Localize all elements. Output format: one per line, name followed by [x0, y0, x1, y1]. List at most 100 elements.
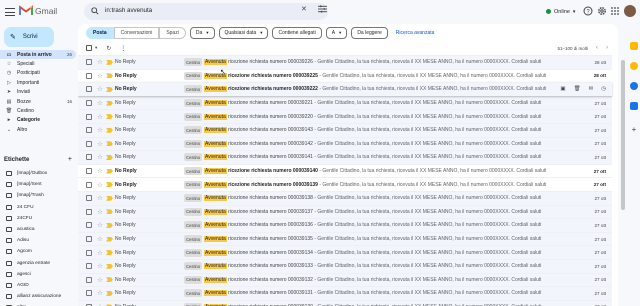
important-marker-icon[interactable] — [106, 263, 113, 269]
sidebar-item-bozze[interactable]: ▤ Bozze 16 — [0, 97, 76, 106]
table-row[interactable]: ☆No ReplyCestinoAvvenuta ricezione richi… — [78, 55, 612, 69]
important-marker-icon[interactable] — [106, 236, 113, 242]
star-icon[interactable]: ☆ — [97, 153, 103, 161]
calendar-icon[interactable] — [630, 42, 638, 50]
table-row[interactable]: ☆No ReplyCestinoAvvenuta ricezione richi… — [78, 95, 612, 110]
label-item[interactable]: Adisu — [0, 235, 76, 246]
table-row[interactable]: ☆No ReplyCestinoAvvenuta ricezione richi… — [78, 231, 612, 246]
table-row[interactable]: ☆No ReplyCestinoAvvenuta ricezione richi… — [78, 163, 612, 178]
important-marker-icon[interactable] — [106, 222, 113, 228]
row-checkbox[interactable] — [86, 154, 92, 161]
star-icon[interactable]: ☆ — [97, 140, 103, 148]
star-icon[interactable]: ☆ — [97, 221, 103, 229]
row-checkbox[interactable] — [86, 208, 92, 215]
row-checkbox[interactable] — [86, 181, 92, 188]
important-marker-icon[interactable] — [106, 250, 113, 256]
sidebar-item-posticipati[interactable]: ◷ Posticipati — [0, 69, 76, 78]
important-marker-icon[interactable] — [106, 59, 113, 65]
select-dropdown-icon[interactable]: ▾ — [95, 45, 97, 51]
label-item[interactable]: agenzia entrate — [0, 258, 76, 269]
sidebar-item-cestino[interactable]: 🗑 Cestino — [0, 106, 76, 115]
label-item[interactable]: [Imap]/Outbox — [0, 168, 76, 179]
important-marker-icon[interactable] — [106, 141, 113, 147]
row-checkbox[interactable] — [86, 100, 92, 107]
row-checkbox[interactable] — [86, 59, 92, 66]
star-icon[interactable]: ☆ — [97, 249, 103, 257]
compose-button[interactable]: ✎ Scrivi — [4, 27, 54, 47]
search-input[interactable]: in:trash avvenuta — [105, 7, 152, 14]
table-row[interactable]: ☆No ReplyCestinoAvvenuta ricezione richi… — [78, 299, 612, 306]
apps-grid-icon[interactable] — [610, 6, 620, 16]
label-item[interactable]: allianz assicurazione — [0, 291, 76, 302]
label-item[interactable]: altro — [0, 302, 76, 306]
tab-spazi[interactable]: Spazi — [159, 27, 186, 39]
row-checkbox[interactable] — [86, 113, 92, 120]
filter-chip[interactable]: Da ▾ — [189, 27, 215, 39]
label-item[interactable]: acustica — [0, 224, 76, 235]
table-row[interactable]: ☆No ReplyCestinoAvvenuta ricezione richi… — [78, 177, 612, 191]
important-marker-icon[interactable] — [106, 86, 113, 92]
important-marker-icon[interactable] — [106, 182, 113, 188]
important-marker-icon[interactable] — [106, 73, 113, 79]
filter-chip[interactable]: Qualsiasi data ▾ — [218, 27, 269, 39]
refresh-icon[interactable]: ↻ — [106, 45, 111, 52]
tab-conversazioni[interactable]: Conversazioni — [113, 27, 160, 39]
important-marker-icon[interactable] — [106, 114, 113, 120]
account-avatar[interactable] — [624, 5, 636, 17]
filter-chip[interactable]: A ▾ — [325, 27, 348, 39]
table-row[interactable]: ☆No ReplyCestinoAvvenuta ricezione richi… — [78, 258, 612, 273]
star-icon[interactable]: ☆ — [97, 126, 103, 134]
snooze-icon[interactable]: ◷ — [601, 86, 606, 92]
delete-icon[interactable]: 🗑 — [574, 86, 581, 92]
advanced-search-link[interactable]: Ricerca avanzata — [396, 30, 435, 36]
clear-search-icon[interactable]: ✕ — [301, 5, 307, 13]
table-row[interactable]: ☆No ReplyCestinoAvvenuta ricezione richi… — [78, 286, 612, 300]
table-row[interactable]: ☆No ReplyCestinoAvvenuta ricezione richi… — [78, 218, 612, 232]
settings-gear-icon[interactable] — [597, 6, 607, 16]
label-item[interactable]: 24 CFU — [0, 202, 76, 213]
tasks-icon[interactable] — [630, 82, 638, 90]
contacts-icon[interactable] — [630, 102, 638, 110]
keep-icon[interactable] — [630, 62, 638, 70]
table-row[interactable]: ☆No ReplyCestinoAvvenuta ricezione richi… — [78, 122, 612, 137]
row-checkbox[interactable] — [86, 72, 92, 79]
label-item[interactable]: [Imap]/Sent — [0, 179, 76, 190]
sidebar-item-importanti[interactable]: ▷ Importanti — [0, 78, 76, 87]
table-row[interactable]: ☆No ReplyCestinoAvvenuta ricezione richi… — [78, 272, 612, 287]
label-item[interactable]: AGID — [0, 280, 76, 291]
row-checkbox[interactable] — [86, 249, 92, 256]
important-marker-icon[interactable] — [106, 209, 113, 215]
table-row[interactable]: ☆No ReplyCestinoAvvenuta ricezione richi… — [78, 136, 612, 151]
row-checkbox[interactable] — [86, 127, 92, 134]
tab-posta[interactable]: Posta — [86, 27, 114, 39]
scrollbar[interactable] — [620, 60, 625, 260]
star-icon[interactable]: ☆ — [97, 167, 103, 175]
sidebar-item-posta-in-arrivo[interactable]: ▭ Posta in arrivo 26 — [0, 50, 76, 60]
star-icon[interactable]: ☆ — [97, 262, 103, 270]
row-checkbox[interactable] — [86, 276, 92, 283]
row-checkbox[interactable] — [86, 222, 92, 229]
star-icon[interactable]: ☆ — [97, 289, 103, 297]
table-row[interactable]: ☆No ReplyCestinoAvvenuta ricezione richi… — [78, 82, 612, 96]
search-icon[interactable] — [91, 7, 99, 15]
table-row[interactable]: ☆No ReplyCestinoAvvenuta ricezione richi… — [78, 190, 612, 205]
label-item[interactable]: [Imap]/Trash — [0, 190, 76, 201]
row-checkbox[interactable] — [86, 290, 92, 297]
select-all-checkbox[interactable] — [86, 45, 92, 51]
row-checkbox[interactable] — [86, 195, 92, 202]
scrollbar-thumb[interactable] — [620, 60, 625, 210]
important-marker-icon[interactable] — [106, 195, 113, 201]
important-marker-icon[interactable] — [106, 127, 113, 133]
table-row[interactable]: ☆No ReplyCestinoAvvenuta ricezione richi… — [78, 109, 612, 123]
label-item[interactable]: agesci — [0, 269, 76, 280]
star-icon[interactable]: ☆ — [97, 235, 103, 243]
table-row[interactable]: ☆No ReplyCestinoAvvenuta ricezione richi… — [78, 150, 612, 164]
star-icon[interactable]: ☆ — [97, 276, 103, 284]
search-options-icon[interactable] — [318, 5, 327, 13]
star-icon[interactable]: ☆ — [97, 181, 103, 189]
row-checkbox[interactable] — [86, 236, 92, 243]
help-icon[interactable]: ? — [583, 6, 593, 16]
important-marker-icon[interactable] — [106, 100, 113, 106]
star-icon[interactable]: ☆ — [97, 58, 103, 66]
star-icon[interactable]: ☆ — [97, 208, 103, 216]
